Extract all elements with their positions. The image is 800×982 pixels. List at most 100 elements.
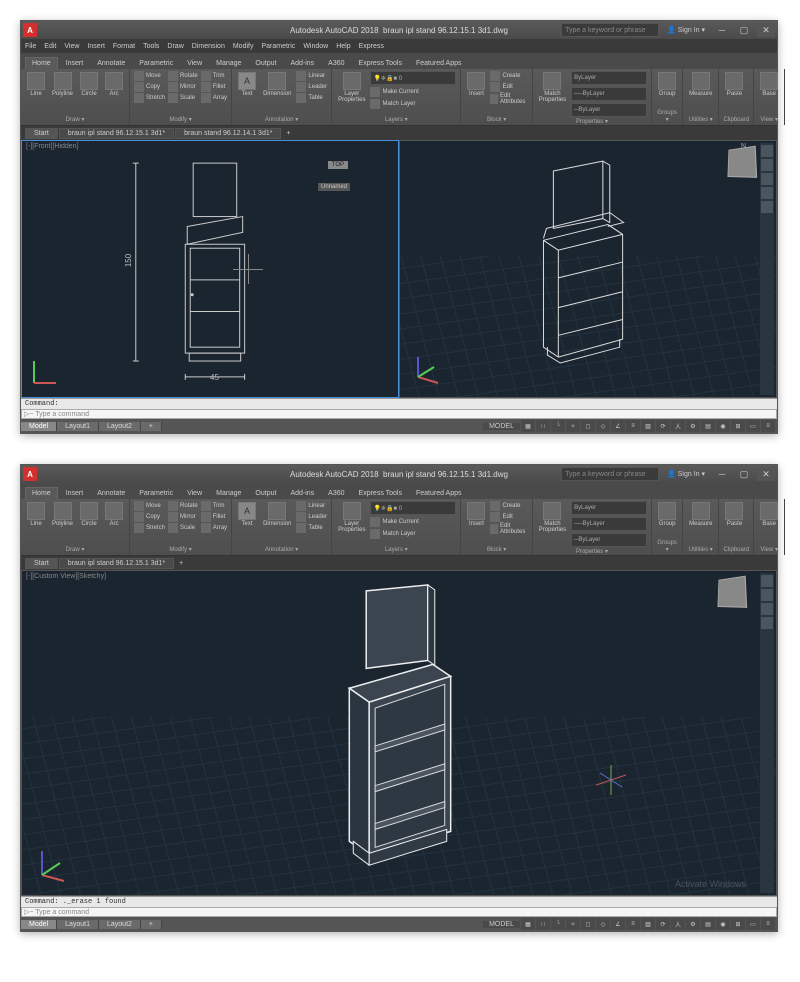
arc-button[interactable]: Arc	[103, 501, 125, 528]
menu-insert[interactable]: Insert	[87, 43, 105, 50]
tab-manage[interactable]: Manage	[210, 58, 247, 69]
circle-button[interactable]: Circle	[78, 71, 100, 98]
status-cycling-icon[interactable]: ⟳	[656, 420, 670, 432]
scale-button[interactable]: Scale	[168, 93, 198, 103]
help-search-input[interactable]: Type a keyword or phrase	[561, 467, 659, 481]
new-tab-button[interactable]: +	[175, 560, 187, 567]
status-workspace-icon[interactable]: ⚙	[686, 420, 700, 432]
status-3dosnap-icon[interactable]: ◇	[596, 918, 610, 930]
move-button[interactable]: Move	[134, 501, 165, 511]
tab-parametric[interactable]: Parametric	[133, 58, 179, 69]
edit-block-button[interactable]: Edit	[490, 82, 527, 92]
status-lwt-icon[interactable]: ≡	[626, 918, 640, 930]
tab-a360[interactable]: A360	[322, 58, 350, 69]
leader-button[interactable]: Leader	[296, 82, 327, 92]
status-grid-icon[interactable]: ▦	[521, 420, 535, 432]
status-workspace-icon[interactable]: ⚙	[686, 918, 700, 930]
status-model[interactable]: MODEL	[483, 921, 520, 928]
nav-orbit-icon[interactable]	[761, 187, 773, 199]
edit-block-button[interactable]: Edit	[490, 512, 527, 522]
table-button[interactable]: Table	[296, 523, 327, 533]
text-button[interactable]: AText	[236, 71, 258, 98]
status-lwt-icon[interactable]: ≡	[626, 420, 640, 432]
arc-button[interactable]: Arc	[103, 71, 125, 98]
layer-dropdown[interactable]: 💡❄🔒■ 0	[370, 71, 456, 85]
rotate-button[interactable]: Rotate	[168, 501, 198, 511]
status-model[interactable]: MODEL	[483, 423, 520, 430]
status-monitor-icon[interactable]: ▤	[701, 918, 715, 930]
menu-window[interactable]: Window	[303, 43, 328, 50]
paste-button[interactable]: Paste	[723, 71, 745, 98]
layout-tab-model[interactable]: Model	[21, 920, 57, 929]
nav-orbit-icon[interactable]	[761, 617, 773, 629]
menu-edit[interactable]: Edit	[44, 43, 56, 50]
leader-button[interactable]: Leader	[296, 512, 327, 522]
status-hardware-icon[interactable]: ⊞	[731, 918, 745, 930]
make-current-button[interactable]: Make Current	[370, 87, 456, 97]
tab-a360[interactable]: A360	[322, 488, 350, 499]
tab-annotate[interactable]: Annotate	[91, 488, 131, 499]
stretch-button[interactable]: Stretch	[134, 93, 165, 103]
status-clean-icon[interactable]: ▭	[746, 420, 760, 432]
tab-view[interactable]: View	[181, 58, 208, 69]
copy-button[interactable]: Copy	[134, 82, 165, 92]
status-monitor-icon[interactable]: ▤	[701, 420, 715, 432]
create-block-button[interactable]: Create	[490, 71, 527, 81]
menu-format[interactable]: Format	[113, 43, 135, 50]
close-button[interactable]: ✕	[757, 467, 775, 481]
tab-start[interactable]: Start	[25, 128, 58, 139]
linetype-dropdown[interactable]: ─ ByLayer	[571, 103, 647, 117]
measure-button[interactable]: Measure	[687, 501, 714, 528]
status-grid-icon[interactable]: ▦	[521, 918, 535, 930]
array-button[interactable]: Array	[201, 523, 227, 533]
status-custom-icon[interactable]: ≡	[761, 918, 775, 930]
menu-express[interactable]: Express	[359, 43, 384, 50]
insert-block-button[interactable]: Insert	[465, 501, 487, 528]
layout-tab-add[interactable]: +	[141, 422, 162, 431]
color-dropdown[interactable]: ByLayer	[571, 501, 647, 515]
status-annotation-icon[interactable]: 人	[671, 420, 685, 432]
menu-view[interactable]: View	[64, 43, 79, 50]
move-button[interactable]: Move	[134, 71, 165, 81]
mirror-button[interactable]: Mirror	[168, 82, 198, 92]
app-logo[interactable]: A	[23, 23, 37, 37]
tab-output[interactable]: Output	[249, 488, 282, 499]
make-current-button[interactable]: Make Current	[370, 517, 456, 527]
status-transparency-icon[interactable]: ▨	[641, 420, 655, 432]
circle-button[interactable]: Circle	[78, 501, 100, 528]
text-button[interactable]: AText	[236, 501, 258, 528]
status-clean-icon[interactable]: ▭	[746, 918, 760, 930]
status-transparency-icon[interactable]: ▨	[641, 918, 655, 930]
tab-insert[interactable]: Insert	[60, 488, 90, 499]
nav-wheel-icon[interactable]	[761, 575, 773, 587]
tab-featured[interactable]: Featured Apps	[410, 488, 468, 499]
color-dropdown[interactable]: ByLayer	[571, 71, 647, 85]
tab-output[interactable]: Output	[249, 58, 282, 69]
match-properties-button[interactable]: Match Properties	[537, 71, 568, 104]
polyline-button[interactable]: Polyline	[50, 71, 75, 98]
copy-button[interactable]: Copy	[134, 512, 165, 522]
fillet-button[interactable]: Fillet	[201, 82, 227, 92]
tab-insert[interactable]: Insert	[60, 58, 90, 69]
match-layer-button[interactable]: Match Layer	[370, 99, 456, 109]
line-button[interactable]: Line	[25, 71, 47, 98]
layout-tab-model[interactable]: Model	[21, 422, 57, 431]
drawing-area[interactable]: [-][Front][Hidden] TOP Unnamed	[21, 140, 777, 398]
status-ortho-icon[interactable]: └	[551, 918, 565, 930]
linear-button[interactable]: Linear	[296, 71, 327, 81]
viewport-front[interactable]: [-][Front][Hidden] TOP Unnamed	[21, 140, 399, 398]
fillet-button[interactable]: Fillet	[201, 512, 227, 522]
maximize-button[interactable]: ▢	[735, 467, 753, 481]
close-button[interactable]: ✕	[757, 23, 775, 37]
trim-button[interactable]: Trim	[201, 71, 227, 81]
new-tab-button[interactable]: +	[282, 130, 294, 137]
dimension-button[interactable]: Dimension	[261, 501, 293, 528]
status-isolate-icon[interactable]: ◉	[716, 918, 730, 930]
scale-button[interactable]: Scale	[168, 523, 198, 533]
nav-showmotion-icon[interactable]	[761, 201, 773, 213]
nav-pan-icon[interactable]	[761, 589, 773, 601]
status-osnap-icon[interactable]: ◻	[581, 420, 595, 432]
table-button[interactable]: Table	[296, 93, 327, 103]
layout-tab-2[interactable]: Layout2	[99, 920, 141, 929]
status-polar-icon[interactable]: ✧	[566, 918, 580, 930]
